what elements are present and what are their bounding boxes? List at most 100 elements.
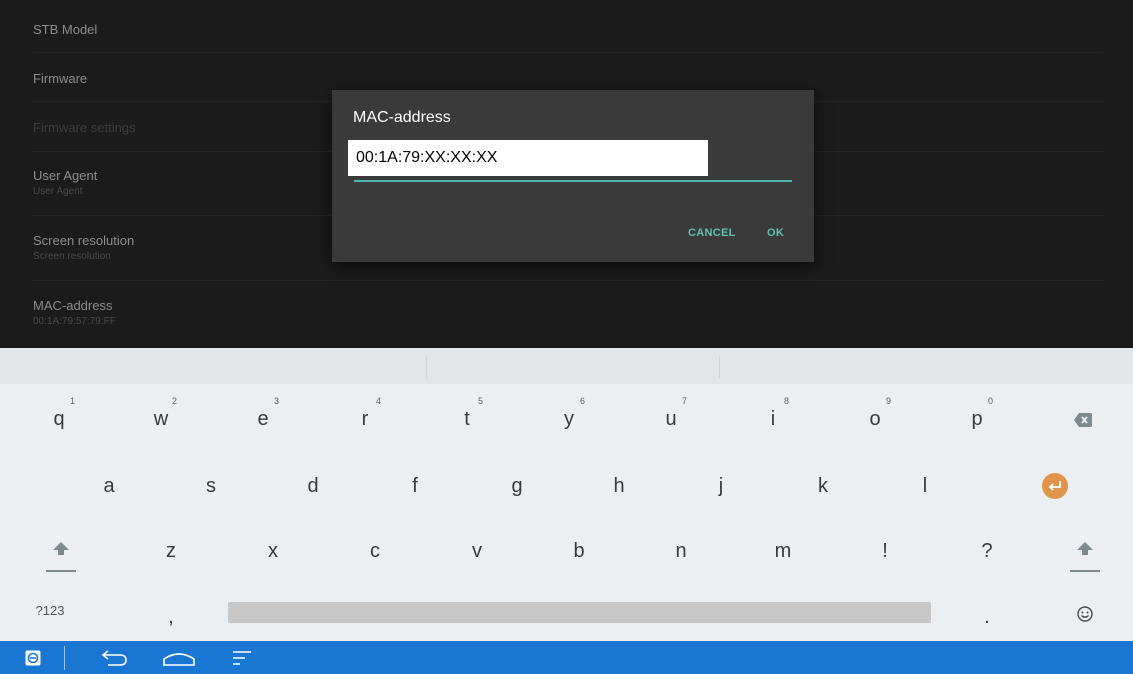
shift-icon (53, 542, 69, 555)
key-char: f (412, 475, 418, 497)
key-c[interactable]: c (324, 528, 426, 578)
key-f[interactable]: f (364, 463, 466, 513)
period-key[interactable]: . (936, 592, 1038, 642)
ok-button[interactable]: OK (767, 227, 784, 239)
mac-address-input[interactable] (348, 140, 708, 176)
key-hint: 6 (580, 396, 586, 406)
key-char: a (103, 475, 115, 497)
shift-key-right[interactable] (1040, 528, 1130, 578)
suggestion-strip (0, 348, 1133, 384)
suggestion-divider (426, 356, 427, 378)
key-char: w (153, 408, 169, 430)
soft-keyboard: q1 w2 e3 r4 t5 y6 u7 i8 o9 p0 a s d f g … (0, 348, 1133, 641)
key-char: o (869, 408, 881, 430)
setting-title: User Agent (33, 168, 98, 183)
key-question[interactable]: ? (936, 528, 1038, 578)
key-u[interactable]: u7 (620, 396, 722, 446)
key-n[interactable]: n (630, 528, 732, 578)
emoji-key[interactable] (1040, 592, 1130, 642)
key-t[interactable]: t5 (416, 396, 518, 446)
key-m[interactable]: m (732, 528, 834, 578)
input-underline (354, 180, 792, 182)
key-j[interactable]: j (670, 463, 772, 513)
key-o[interactable]: o9 (824, 396, 926, 446)
key-exclamation[interactable]: ! (834, 528, 936, 578)
dialog-title: MAC-address (353, 109, 451, 126)
key-char: ? (981, 540, 993, 562)
emoji-icon (1077, 606, 1093, 622)
key-char: n (675, 540, 687, 562)
key-char: y (564, 408, 574, 430)
key-b[interactable]: b (528, 528, 630, 578)
enter-key[interactable] (1020, 463, 1104, 513)
back-icon[interactable] (100, 650, 128, 666)
key-char: i (770, 408, 776, 430)
key-hint: 9 (886, 396, 892, 406)
suggestion-divider (719, 356, 720, 378)
divider (33, 280, 1103, 281)
enter-icon (1042, 473, 1068, 499)
key-d[interactable]: d (262, 463, 364, 513)
mac-address-dialog: MAC-address CANCEL OK (332, 90, 814, 262)
shift-icon (1077, 542, 1093, 555)
key-char: p (971, 408, 983, 430)
symbols-key[interactable]: ?123 (8, 592, 92, 642)
key-char: j (718, 475, 724, 497)
key-char: h (613, 475, 625, 497)
setting-stb-model[interactable]: STB Model (33, 16, 1103, 60)
key-char: l (922, 475, 928, 497)
key-char: ! (882, 540, 888, 562)
key-char: d (307, 475, 319, 497)
key-char: v (472, 540, 482, 562)
cancel-button[interactable]: CANCEL (688, 227, 736, 239)
shift-key-left[interactable] (12, 528, 110, 578)
key-char: u (665, 408, 677, 430)
key-y[interactable]: y6 (518, 396, 620, 446)
key-hint: 1 (70, 396, 76, 406)
key-char: t (464, 408, 470, 430)
setting-mac-address[interactable]: MAC-address 00:1A:79:57:79:FF (33, 292, 1103, 336)
key-l[interactable]: l (874, 463, 976, 513)
key-k[interactable]: k (772, 463, 874, 513)
spacebar[interactable] (228, 602, 931, 623)
key-w[interactable]: w2 (110, 396, 212, 446)
setting-title: Screen resolution (33, 233, 135, 248)
setting-title: Firmware (33, 71, 88, 86)
key-char: e (257, 408, 269, 430)
key-i[interactable]: i8 (722, 396, 824, 446)
key-hint: 0 (988, 396, 994, 406)
key-char: r (361, 408, 369, 430)
key-char: c (370, 540, 380, 562)
key-char: k (818, 475, 828, 497)
backspace-key[interactable] (1040, 396, 1126, 446)
menu-icon[interactable] (232, 650, 252, 666)
key-s[interactable]: s (160, 463, 262, 513)
key-q[interactable]: q1 (8, 396, 110, 446)
key-g[interactable]: g (466, 463, 568, 513)
shift-underline (46, 570, 76, 572)
key-hint: 7 (682, 396, 688, 406)
key-hint: 3 (274, 396, 280, 406)
setting-subtitle: 00:1A:79:57:79:FF (33, 316, 116, 327)
key-hint: 2 (172, 396, 178, 406)
key-v[interactable]: v (426, 528, 528, 578)
backspace-icon (1074, 413, 1092, 427)
key-char: . (984, 606, 990, 628)
key-hint: 5 (478, 396, 484, 406)
key-char: g (511, 475, 523, 497)
home-icon[interactable] (162, 649, 196, 667)
app-icon[interactable] (25, 650, 41, 666)
key-char: , (168, 606, 174, 628)
key-a[interactable]: a (58, 463, 160, 513)
key-char: s (206, 475, 216, 497)
key-h[interactable]: h (568, 463, 670, 513)
setting-subtitle: Screen resolution (33, 251, 111, 262)
key-z[interactable]: z (120, 528, 222, 578)
comma-key[interactable]: , (120, 592, 222, 642)
key-x[interactable]: x (222, 528, 324, 578)
key-e[interactable]: e3 (212, 396, 314, 446)
key-r[interactable]: r4 (314, 396, 416, 446)
navigation-bar (0, 641, 1133, 674)
key-char: b (573, 540, 585, 562)
key-p[interactable]: p0 (926, 396, 1028, 446)
